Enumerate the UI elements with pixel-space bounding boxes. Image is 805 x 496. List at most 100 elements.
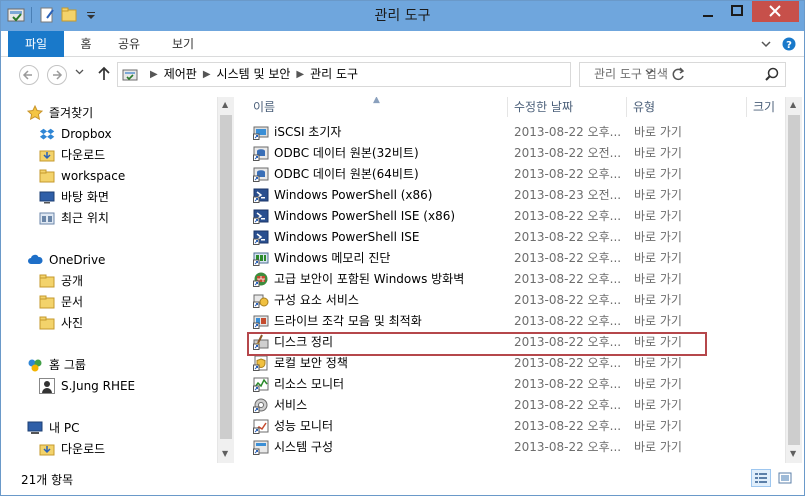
file-name: 로컬 보안 정책: [274, 356, 348, 370]
nav-item-pc-downloads[interactable]: 다운로드: [39, 439, 105, 459]
scroll-down-icon[interactable]: ▼: [790, 449, 796, 458]
folder-icon: [39, 294, 55, 310]
downloads-folder-icon: [39, 147, 55, 163]
file-row[interactable]: ODBC 데이터 원본(64비트) 2013-08-22 오후... 바로 가기: [253, 164, 783, 185]
file-row[interactable]: Windows 메모리 진단 2013-08-22 오후... 바로 가기: [253, 248, 783, 269]
scroll-down-icon[interactable]: ▼: [222, 449, 228, 458]
back-button[interactable]: [19, 65, 39, 85]
item-count: 21개 항목: [21, 473, 74, 487]
window-title: 관리 도구: [374, 8, 431, 24]
file-scroll-thumb[interactable]: [788, 115, 800, 445]
file-list-scrollbar[interactable]: ▲ ▼: [785, 97, 802, 463]
file-row[interactable]: 구성 요소 서비스 2013-08-22 오후... 바로 가기: [253, 290, 783, 311]
tab-view[interactable]: 보기: [161, 31, 205, 57]
expand-ribbon-icon[interactable]: [760, 38, 772, 53]
column-header-name[interactable]: 이름: [253, 97, 275, 117]
search-icon[interactable]: [765, 67, 779, 81]
file-type: 바로 가기: [634, 272, 682, 286]
tab-home[interactable]: 홈: [71, 31, 101, 57]
forward-button[interactable]: [47, 65, 67, 85]
nav-item-downloads[interactable]: 다운로드: [39, 145, 105, 165]
admin-tools-icon: [122, 67, 138, 83]
file-type: 바로 가기: [634, 251, 682, 265]
nav-onedrive[interactable]: OneDrive: [27, 250, 105, 270]
up-button[interactable]: [97, 65, 111, 85]
scroll-up-icon[interactable]: ▲: [790, 100, 796, 109]
file-row[interactable]: 고급 보안이 포함된 Windows 방화벽 2013-08-22 오후... 바로…: [253, 269, 783, 290]
file-row[interactable]: iSCSI 초기자 2013-08-22 오후... 바로 가기: [253, 122, 783, 143]
powershell-icon: [253, 187, 269, 203]
column-header-type[interactable]: 유형: [633, 97, 655, 117]
nav-scroll-thumb[interactable]: [220, 115, 232, 439]
nav-item-dropbox[interactable]: Dropbox: [39, 124, 112, 144]
nav-item-workspace[interactable]: workspace: [39, 166, 125, 186]
column-header-date[interactable]: 수정한 날짜: [514, 97, 573, 117]
file-type: 바로 가기: [634, 356, 682, 370]
file-date: 2013-08-22 오전...: [514, 146, 622, 160]
details-view-icon[interactable]: [751, 469, 771, 487]
large-icons-view-icon[interactable]: [775, 469, 795, 487]
nav-item-recent[interactable]: 최근 위치: [39, 208, 109, 228]
navigation-pane: 즐겨찾기 Dropbox 다운로드 workspace 바탕 화면 최근 위치 …: [1, 97, 235, 463]
file-list: 이름 ▲ 수정한 날짜 유형 크기 iSCSI 초기자 2013-08-22 오후…: [237, 97, 785, 463]
column-header-size[interactable]: 크기: [753, 97, 775, 117]
file-row[interactable]: Windows PowerShell (x86) 2013-08-23 오전...…: [253, 185, 783, 206]
file-date: 2013-08-23 오전...: [514, 188, 622, 202]
nav-favorites[interactable]: 즐겨찾기: [26, 103, 94, 123]
nav-item-public[interactable]: 공개: [39, 271, 83, 291]
nav-homegroup-label: 홈 그룹: [49, 358, 86, 372]
nav-item-pictures[interactable]: 사진: [39, 313, 83, 333]
help-icon[interactable]: ?: [782, 37, 796, 54]
file-name: Windows PowerShell (x86): [274, 188, 433, 202]
services-icon: [253, 397, 269, 413]
user-icon: [39, 378, 55, 394]
minimize-button[interactable]: [694, 1, 722, 22]
file-row[interactable]: 드라이브 조각 모음 및 최적화 2013-08-22 오후... 바로 가기: [253, 311, 783, 332]
nav-item-label: 최근 위치: [61, 211, 109, 225]
nav-onedrive-label: OneDrive: [49, 253, 106, 267]
title-bar: 관리 도구: [1, 1, 804, 31]
powershell-icon: [253, 208, 269, 224]
nav-favorites-label: 즐겨찾기: [49, 106, 94, 120]
nav-item-label: 다운로드: [61, 442, 106, 456]
nav-pane-scrollbar[interactable]: ▲ ▼: [217, 97, 234, 463]
file-row[interactable]: 성능 모니터 2013-08-22 오후... 바로 가기: [253, 416, 783, 437]
address-bar[interactable]: ▶ 제어판 ▶ 시스템 및 보안 ▶ 관리 도구: [117, 62, 685, 87]
highlight-box: [247, 332, 707, 356]
file-row[interactable]: 서비스 2013-08-22 오후... 바로 가기: [253, 395, 783, 416]
chevron-right-icon[interactable]: ▶: [203, 63, 211, 86]
folder-icon: [39, 273, 55, 289]
nav-item-desktop[interactable]: 바탕 화면: [39, 187, 109, 207]
iscsi-icon: [253, 124, 269, 140]
file-row[interactable]: Windows PowerShell ISE 2013-08-22 오후... 바로…: [253, 227, 783, 248]
scroll-up-icon[interactable]: ▲: [222, 100, 228, 109]
nav-item-label: 바탕 화면: [61, 190, 109, 204]
file-name: ODBC 데이터 원본(32비트): [274, 146, 419, 160]
nav-homegroup[interactable]: 홈 그룹: [27, 355, 86, 375]
recent-locations-icon[interactable]: [75, 67, 84, 79]
breadcrumb-admin-tools[interactable]: 관리 도구: [310, 63, 358, 86]
nav-item-user[interactable]: S.Jung RHEE: [39, 376, 135, 396]
powershell-icon: [253, 229, 269, 245]
nav-item-documents[interactable]: 문서: [39, 292, 83, 312]
file-row[interactable]: 시스템 구성 2013-08-22 오후... 바로 가기: [253, 437, 783, 458]
file-row[interactable]: Windows PowerShell ISE (x86) 2013-08-22 오…: [253, 206, 783, 227]
nav-item-label: 문서: [61, 295, 84, 309]
close-button[interactable]: [752, 1, 799, 22]
chevron-right-icon[interactable]: ▶: [150, 63, 158, 86]
file-name: 드라이브 조각 모음 및 최적화: [274, 314, 422, 328]
file-row[interactable]: 리소스 모니터 2013-08-22 오후... 바로 가기: [253, 374, 783, 395]
ribbon-controls: ?: [760, 37, 796, 54]
search-box[interactable]: 관리 도구 검색: [579, 62, 786, 87]
search-input[interactable]: 관리 도구 검색: [594, 63, 668, 86]
nav-pc[interactable]: 내 PC: [27, 418, 79, 438]
file-row[interactable]: ODBC 데이터 원본(32비트) 2013-08-22 오전... 바로 가기: [253, 143, 783, 164]
breadcrumb-control-panel[interactable]: 제어판: [164, 63, 197, 86]
file-row[interactable]: 로컬 보안 정책 2013-08-22 오후... 바로 가기: [253, 353, 783, 374]
odbc-icon: [253, 166, 269, 182]
tab-file[interactable]: 파일: [8, 31, 64, 57]
chevron-right-icon[interactable]: ▶: [296, 63, 304, 86]
breadcrumb-system-security[interactable]: 시스템 및 보안: [217, 63, 291, 86]
tab-share[interactable]: 공유: [109, 31, 149, 57]
maximize-button[interactable]: [723, 1, 751, 22]
